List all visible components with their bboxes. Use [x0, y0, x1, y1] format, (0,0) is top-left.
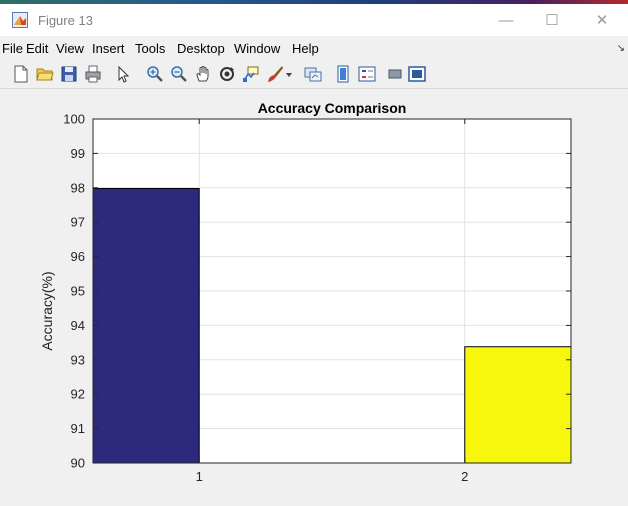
close-button[interactable]: ✕ [580, 8, 624, 32]
bar-series-2-cat-2[interactable] [464, 346, 572, 464]
figure-toolbar [0, 60, 628, 89]
window-title: Figure 13 [38, 13, 93, 28]
y-tick-label: 98 [71, 180, 85, 195]
menu-tools[interactable]: Tools [135, 41, 165, 56]
menu-bar: File Edit View Insert Tools Desktop Wind… [0, 38, 628, 58]
y-tick-label: 92 [71, 387, 85, 402]
figure-canvas: 90 91 92 93 94 95 96 97 98 99 100 1 2 Accuracy Compa… [0, 89, 628, 484]
print-icon[interactable] [84, 65, 102, 83]
y-tick-label: 90 [71, 456, 85, 471]
rotate-3d-icon[interactable] [218, 65, 236, 83]
y-tick-label: 94 [71, 318, 85, 333]
brush-icon[interactable] [266, 65, 284, 83]
pan-hand-icon[interactable] [194, 65, 212, 83]
new-figure-icon[interactable] [12, 65, 30, 83]
bar-series-1-cat-1[interactable] [92, 187, 200, 464]
title-bar: Figure 13 — ☐ ✕ [0, 4, 628, 36]
show-plot-tools-icon[interactable] [408, 65, 426, 83]
menu-help[interactable]: Help [292, 41, 319, 56]
open-file-icon[interactable] [36, 65, 54, 83]
brush-dropdown-icon[interactable] [284, 65, 294, 83]
hide-plot-tools-icon[interactable] [386, 65, 404, 83]
y-tick-label: 99 [71, 146, 85, 161]
link-plot-icon[interactable] [304, 65, 322, 83]
x-tick-label: 1 [196, 469, 203, 484]
zoom-in-icon[interactable] [146, 65, 164, 83]
pointer-icon[interactable] [114, 65, 132, 83]
menu-edit[interactable]: Edit [26, 41, 48, 56]
x-tick-label: 2 [461, 469, 468, 484]
menu-window[interactable]: Window [234, 41, 280, 56]
maximize-button[interactable]: ☐ [530, 8, 574, 32]
menu-overflow-arrow-icon[interactable]: ↘ [617, 43, 625, 54]
y-tick-label: 91 [71, 421, 85, 436]
y-tick-label: 93 [71, 352, 85, 367]
matlab-figure-icon [12, 12, 28, 28]
y-tick-label: 95 [71, 284, 85, 299]
y-tick-label: 96 [71, 249, 85, 264]
y-axis-label: Accuracy(%) [39, 271, 55, 350]
menu-desktop[interactable]: Desktop [177, 41, 225, 56]
chart-title: Accuracy Comparison [258, 100, 407, 116]
menu-file[interactable]: File [2, 41, 23, 56]
y-tick-label: 100 [63, 112, 85, 127]
menu-view[interactable]: View [56, 41, 84, 56]
insert-legend-icon[interactable] [358, 65, 376, 83]
menu-insert[interactable]: Insert [92, 41, 125, 56]
zoom-out-icon[interactable] [170, 65, 188, 83]
save-icon[interactable] [60, 65, 78, 83]
y-tick-label: 97 [71, 215, 85, 230]
minimize-button[interactable]: — [484, 8, 528, 32]
data-cursor-icon[interactable] [242, 65, 260, 83]
bar-chart[interactable]: 90 91 92 93 94 95 96 97 98 99 100 1 2 Accuracy Compa… [0, 89, 628, 484]
insert-colorbar-icon[interactable] [334, 65, 352, 83]
